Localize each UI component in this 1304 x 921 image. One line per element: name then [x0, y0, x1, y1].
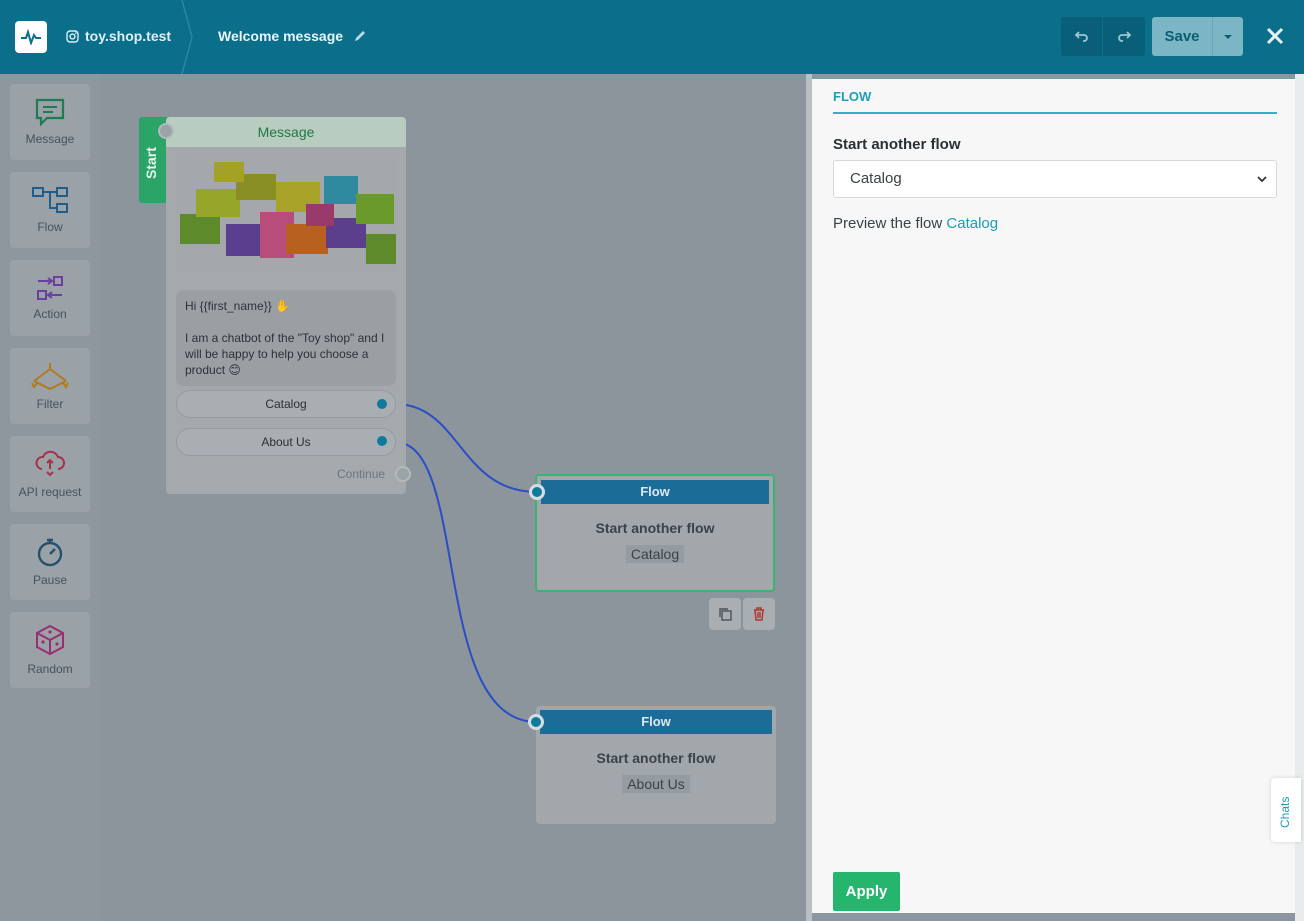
flow-node-target: About Us [622, 775, 690, 793]
palette-item-action[interactable]: Action [10, 260, 90, 336]
flow-select[interactable]: Catalog [833, 160, 1277, 198]
redo-icon [1118, 30, 1132, 42]
flow-node-about-us[interactable]: Flow Start another flow About Us [528, 706, 776, 824]
flow-node-input-port[interactable] [528, 714, 544, 730]
about-us-output-port[interactable] [375, 434, 389, 448]
undo-button[interactable] [1061, 17, 1103, 56]
flow-select-value: Catalog [850, 170, 902, 187]
action-icon [37, 276, 63, 300]
palette-item-filter[interactable]: Filter [10, 348, 90, 424]
flow-title[interactable]: Welcome message [218, 28, 367, 44]
pencil-icon[interactable] [353, 29, 367, 43]
tool-palette: Message Flow Action Filter API request P… [0, 74, 100, 921]
message-node-title: Message [166, 117, 406, 147]
chats-tab[interactable]: Chats [1271, 778, 1301, 842]
apply-button[interactable]: Apply [833, 872, 900, 911]
continue-output-port[interactable] [395, 466, 411, 482]
redo-button[interactable] [1103, 17, 1145, 56]
app-logo-icon[interactable] [15, 21, 47, 53]
palette-item-random[interactable]: Random [10, 612, 90, 688]
pause-icon [37, 538, 63, 567]
message-greeting: Hi {{first_name}} ✋ [185, 299, 290, 313]
quick-reply-about-us[interactable]: About Us [176, 428, 396, 456]
catalog-output-port[interactable] [375, 397, 389, 411]
trash-icon [754, 607, 764, 621]
instagram-icon [66, 29, 79, 43]
flow-node-target: Catalog [625, 545, 685, 563]
properties-panel: FLOW Start another flow Catalog Preview … [812, 79, 1295, 913]
preview-flow-link[interactable]: Catalog [946, 215, 998, 232]
palette-item-flow[interactable]: Flow [10, 172, 90, 248]
palette-item-pause[interactable]: Pause [10, 524, 90, 600]
palette-label: API request [18, 485, 82, 499]
flow-icon [32, 187, 68, 213]
flow-node-subtitle: Start another flow [596, 750, 716, 766]
start-flow-label: Start another flow [833, 136, 961, 153]
save-options-button[interactable] [1212, 17, 1243, 56]
account-breadcrumb[interactable]: toy.shop.test [66, 28, 171, 44]
undo-icon [1074, 30, 1088, 42]
palette-label: Pause [32, 573, 68, 587]
duplicate-node-button[interactable] [709, 598, 741, 630]
tab-underline [833, 112, 1277, 114]
toy-blocks-image [176, 154, 396, 272]
close-icon [1266, 27, 1284, 45]
api-request-icon [35, 450, 65, 477]
message-node[interactable]: Message Hi {{first_name}} ✋ I am a chatb… [158, 117, 411, 494]
preview-line: Preview the flow Catalog [833, 215, 998, 232]
flow-node-title: Flow [541, 480, 769, 504]
message-body: I am a chatbot of the "Toy shop" and I w… [185, 331, 388, 377]
palette-item-message[interactable]: Message [10, 84, 90, 160]
close-button[interactable] [1262, 23, 1288, 49]
breadcrumb-divider [181, 0, 193, 74]
palette-label: Message [25, 132, 75, 146]
palette-label: Filter [36, 397, 64, 411]
chats-label: Chats [1278, 796, 1292, 828]
message-text-bubble[interactable]: Hi {{first_name}} ✋ I am a chatbot of th… [176, 290, 396, 386]
flow-node-input-port[interactable] [529, 484, 545, 500]
palette-label: Flow [37, 220, 63, 234]
delete-node-button[interactable] [743, 598, 775, 630]
account-name: toy.shop.test [85, 28, 172, 44]
copy-icon [719, 608, 732, 621]
top-bar: toy.shop.test Welcome message Save [0, 0, 1304, 74]
history-controls [1061, 17, 1145, 56]
filter-icon [31, 363, 69, 391]
node-actions [709, 598, 775, 630]
tab-flow[interactable]: FLOW [833, 89, 871, 104]
start-label: Start [143, 147, 159, 179]
message-input-port[interactable] [158, 123, 174, 139]
preview-prefix: Preview the flow [833, 215, 943, 232]
random-icon [36, 624, 64, 656]
flow-node-subtitle: Start another flow [595, 520, 715, 536]
flow-name: Welcome message [218, 28, 344, 44]
palette-label: Random [27, 662, 73, 676]
save-button[interactable]: Save [1152, 17, 1212, 56]
flow-node-catalog[interactable]: Flow Start another flow Catalog [529, 474, 775, 592]
caret-down-icon [1224, 34, 1232, 39]
palette-label: Action [33, 307, 67, 321]
chevron-down-icon [1257, 176, 1267, 183]
quick-reply-catalog[interactable]: Catalog [176, 390, 396, 418]
continue-label: Continue [337, 467, 386, 481]
message-icon [35, 98, 65, 126]
palette-item-api-request[interactable]: API request [10, 436, 90, 512]
flow-node-title: Flow [540, 710, 772, 734]
